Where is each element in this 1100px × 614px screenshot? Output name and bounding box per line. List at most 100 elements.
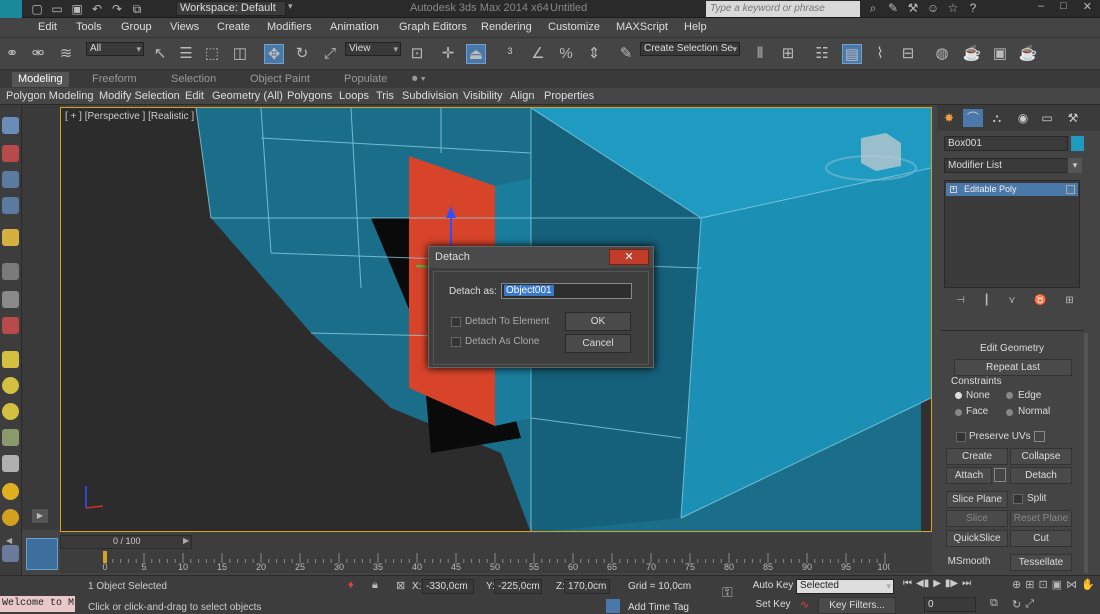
sphere-icon[interactable] <box>2 291 19 308</box>
key-icon[interactable]: ⚿ <box>722 584 733 601</box>
current-frame-field[interactable]: 0 <box>924 597 976 612</box>
stack-lightbulb-icon[interactable] <box>1066 185 1075 194</box>
expand-stack-icon[interactable]: + <box>950 186 957 193</box>
play-icon[interactable]: ▶ <box>933 578 941 594</box>
graphite-toolbar-icon[interactable]: ▤ <box>842 44 862 64</box>
tab-selection[interactable]: Selection <box>171 73 216 85</box>
time-tag-icon[interactable] <box>606 599 620 613</box>
box-icon[interactable] <box>2 351 19 368</box>
rect-selection-icon[interactable]: ⬚ <box>202 44 222 64</box>
configure-sets-icon[interactable]: ⊞ <box>1065 295 1073 309</box>
link-icon[interactable]: ⚭ <box>2 44 22 64</box>
undo-icon[interactable]: ↶ <box>90 2 104 16</box>
help-icon[interactable]: ? <box>966 1 980 15</box>
constraint-normal-radio[interactable] <box>1006 409 1013 416</box>
percent-snap-icon[interactable]: % <box>556 44 576 64</box>
quickslice-button[interactable]: QuickSlice <box>946 530 1008 547</box>
collapse-button[interactable]: Collapse <box>1010 448 1072 465</box>
attach-button[interactable]: Attach <box>946 467 992 484</box>
project-folder-icon[interactable]: ⧉ <box>130 2 144 16</box>
close-window-icon[interactable]: ✕ <box>1083 0 1092 18</box>
preserve-uvs-checkbox[interactable] <box>956 432 966 442</box>
tab-populate[interactable]: Populate <box>344 73 387 85</box>
msmooth-button[interactable]: MSmooth <box>946 554 992 571</box>
maxscript-listener[interactable]: Welcome to M <box>0 596 75 612</box>
panel-edit[interactable]: Edit <box>185 90 204 102</box>
make-unique-icon[interactable]: ⋎ <box>1008 295 1015 309</box>
paint-icon[interactable] <box>2 145 19 162</box>
isolate-icon[interactable]: ♦ <box>348 579 354 591</box>
select-scale-icon[interactable]: ⤢ <box>320 44 340 64</box>
detach-to-element-checkbox[interactable] <box>451 317 461 327</box>
cone-icon[interactable] <box>2 455 19 472</box>
tree-icon[interactable] <box>2 429 19 446</box>
constraint-face-radio[interactable] <box>955 409 962 416</box>
zoom-extents-icon[interactable]: ⊡ <box>1038 578 1047 594</box>
curve-editor-icon[interactable]: ⌇ <box>870 44 890 64</box>
time-slider[interactable]: ◀ 0 / 100 ▶ <box>6 535 192 549</box>
next-key-icon[interactable]: ▮▶ <box>945 578 958 594</box>
orbit-icon[interactable]: ↻ <box>1012 598 1021 614</box>
reset-plane-button[interactable]: Reset Plane <box>1010 510 1072 527</box>
app-logo-icon[interactable] <box>0 0 22 18</box>
maximize-icon[interactable]: □ <box>1060 0 1067 18</box>
cancel-button[interactable]: Cancel <box>565 334 631 353</box>
keyboard-shortcut-icon[interactable]: ⏏ <box>466 44 486 64</box>
sun-icon[interactable] <box>2 483 19 500</box>
search-input[interactable]: Type a keyword or phrase <box>706 1 860 17</box>
expand-arrow-icon[interactable]: ▶ <box>32 509 48 523</box>
render-setup-icon[interactable]: ☕ <box>962 44 982 64</box>
angle-snap-icon[interactable]: ∠ <box>528 44 548 64</box>
tools-icon[interactable]: ⚒ <box>906 1 920 15</box>
repeat-last-button[interactable]: Repeat Last <box>954 359 1072 376</box>
attach-settings-icon[interactable] <box>994 468 1006 482</box>
helper-icon[interactable] <box>2 263 19 280</box>
menu-graph-editors[interactable]: Graph Editors <box>399 21 467 33</box>
panel-visibility[interactable]: Visibility <box>463 90 503 102</box>
menu-edit[interactable]: Edit <box>38 21 57 33</box>
zoom-icon[interactable]: ⊕ <box>1012 578 1021 594</box>
select-manipulate-icon[interactable]: ✛ <box>438 44 458 64</box>
schematic-view-icon[interactable]: ⊟ <box>898 44 918 64</box>
mini-listener-icon[interactable] <box>26 538 58 570</box>
menu-help[interactable]: Help <box>684 21 707 33</box>
time-config-icon[interactable]: ⧉ <box>990 597 998 610</box>
disk-icon[interactable] <box>2 509 19 526</box>
goto-end-icon[interactable]: ⏭ <box>962 578 971 594</box>
ribbon-options-icon[interactable]: ⏺ ▾ <box>412 73 426 86</box>
z-coordinate-field[interactable]: 170,0cm <box>564 579 610 594</box>
select-rotate-icon[interactable]: ↻ <box>292 44 312 64</box>
close-icon[interactable]: ✕ <box>609 249 649 265</box>
motion-tab-icon[interactable]: ◉ <box>1013 109 1033 127</box>
panel-tris[interactable]: Tris <box>376 90 394 102</box>
detach-as-input[interactable]: Object001 <box>501 283 632 299</box>
minimize-icon[interactable]: – <box>1038 0 1044 18</box>
panel-polygon-modeling[interactable]: Polygon Modeling <box>6 90 93 102</box>
detach-as-clone-checkbox[interactable] <box>451 337 461 347</box>
workspace-dropdown[interactable]: Workspace: Default <box>176 1 286 16</box>
select-by-name-icon[interactable]: ☰ <box>176 44 196 64</box>
split-checkbox[interactable] <box>1013 494 1023 504</box>
key-curve-icon[interactable]: ∿ <box>800 598 809 611</box>
panel-align[interactable]: Align <box>510 90 534 102</box>
modify-tab-icon[interactable]: ⌒ <box>963 109 983 127</box>
panel-loops[interactable]: Loops <box>339 90 369 102</box>
reference-coordinate-dropdown[interactable]: View <box>345 42 401 56</box>
display-tab-icon[interactable]: ▭ <box>1037 109 1057 127</box>
hierarchy-tab-icon[interactable]: ⛬ <box>987 109 1007 127</box>
menu-customize[interactable]: Customize <box>548 21 600 33</box>
zoom-all-icon[interactable]: ⊞ <box>1025 578 1034 594</box>
tab-modeling[interactable]: Modeling <box>12 72 69 87</box>
subscription-icon[interactable]: ✎ <box>886 1 900 15</box>
object-name-field[interactable]: Box001 <box>944 136 1068 151</box>
ok-button[interactable]: OK <box>565 312 631 331</box>
timeline-ruler[interactable]: 0 5 10 15 20 25 30 35 40 45 50 55 60 65 70 75 80 85 90 95 10… <box>100 551 893 572</box>
key-filters-button[interactable]: Key Filters... <box>818 597 896 614</box>
menu-animation[interactable]: Animation <box>330 21 379 33</box>
named-selection-icon[interactable]: ✎ <box>616 44 636 64</box>
new-file-icon[interactable]: ▢ <box>30 2 44 16</box>
add-time-tag[interactable]: Add Time Tag <box>628 602 689 613</box>
select-object-icon[interactable]: ↖ <box>150 44 170 64</box>
absolute-mode-icon[interactable]: ⊠ <box>396 579 405 592</box>
create-button[interactable]: Create <box>946 448 1008 465</box>
